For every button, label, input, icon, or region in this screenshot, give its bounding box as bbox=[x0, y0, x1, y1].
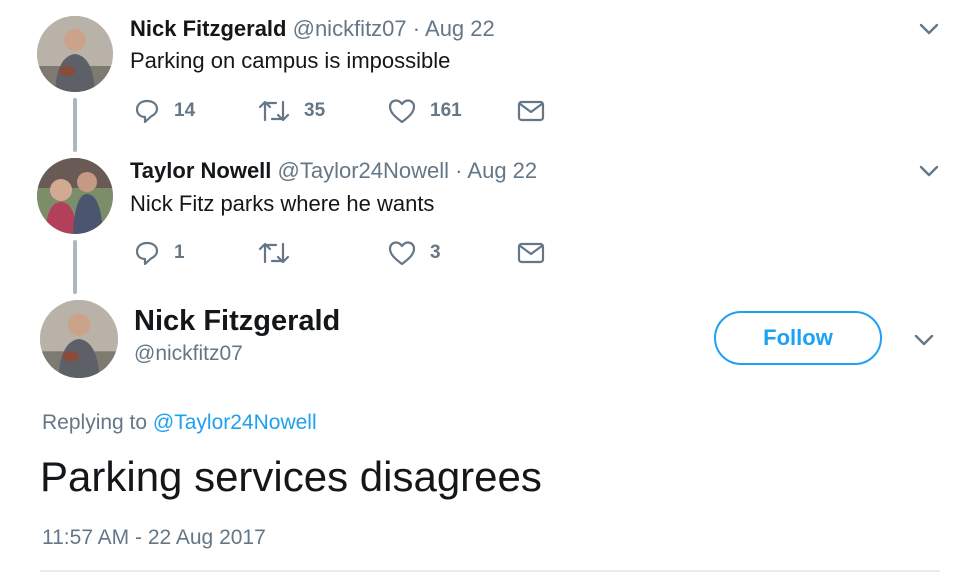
like-count: 161 bbox=[430, 100, 462, 121]
reply-button[interactable]: 1 bbox=[134, 240, 185, 266]
replying-to-link[interactable]: @Taylor24Nowell bbox=[153, 411, 317, 434]
replying-to: Replying to @Taylor24Nowell bbox=[42, 411, 317, 435]
like-button[interactable]: 161 bbox=[388, 98, 462, 124]
retweet-icon bbox=[258, 242, 290, 264]
reply-count: 14 bbox=[174, 100, 196, 121]
retweet-count: 35 bbox=[304, 100, 326, 121]
divider bbox=[40, 570, 940, 572]
author-name[interactable]: Taylor Nowell bbox=[130, 158, 271, 183]
like-count: 3 bbox=[430, 242, 441, 263]
replying-prefix: Replying to bbox=[42, 411, 148, 434]
retweet-button[interactable] bbox=[258, 240, 304, 266]
direct-message-icon bbox=[517, 242, 545, 264]
chevron-down-icon[interactable] bbox=[917, 17, 941, 41]
avatar[interactable] bbox=[40, 300, 118, 378]
reply-icon bbox=[135, 99, 159, 124]
direct-message-button[interactable] bbox=[517, 99, 545, 123]
reply-count: 1 bbox=[174, 242, 185, 263]
like-icon bbox=[388, 241, 416, 266]
chevron-down-icon[interactable] bbox=[917, 159, 941, 183]
tweet-text: Nick Fitz parks where he wants bbox=[130, 191, 435, 216]
separator: · bbox=[412, 16, 421, 41]
tweet-date[interactable]: Aug 22 bbox=[425, 16, 495, 41]
chevron-down-icon[interactable] bbox=[912, 328, 936, 352]
direct-message-icon bbox=[517, 100, 545, 122]
tweet-text: Parking services disagrees bbox=[40, 453, 542, 500]
like-icon bbox=[388, 99, 416, 124]
author-handle[interactable]: @nickfitz07 bbox=[293, 16, 407, 41]
follow-button[interactable]: Follow bbox=[714, 311, 882, 365]
reply-button[interactable]: 14 bbox=[134, 98, 195, 124]
author-name[interactable]: Nick Fitzgerald bbox=[134, 305, 340, 338]
avatar[interactable] bbox=[37, 158, 113, 234]
tweet-date[interactable]: Aug 22 bbox=[467, 158, 537, 183]
author-handle[interactable]: @nickfitz07 bbox=[134, 342, 243, 366]
like-button[interactable]: 3 bbox=[388, 240, 441, 266]
reply-icon bbox=[135, 241, 159, 266]
tweet-header: Taylor Nowell @Taylor24Nowell · Aug 22 bbox=[130, 158, 537, 184]
author-name[interactable]: Nick Fitzgerald bbox=[130, 16, 286, 41]
thread-line bbox=[73, 98, 77, 152]
tweet-header: Nick Fitzgerald @nickfitz07 · Aug 22 bbox=[130, 16, 495, 42]
retweet-button[interactable]: 35 bbox=[258, 98, 325, 124]
thread-line bbox=[73, 240, 77, 294]
avatar[interactable] bbox=[37, 16, 113, 92]
tweet-text: Parking on campus is impossible bbox=[130, 48, 451, 73]
author-handle[interactable]: @Taylor24Nowell bbox=[278, 158, 450, 183]
retweet-icon bbox=[258, 100, 290, 122]
tweet-timestamp[interactable]: 11:57 AM - 22 Aug 2017 bbox=[42, 526, 266, 550]
separator: · bbox=[455, 158, 463, 183]
direct-message-button[interactable] bbox=[517, 241, 545, 265]
